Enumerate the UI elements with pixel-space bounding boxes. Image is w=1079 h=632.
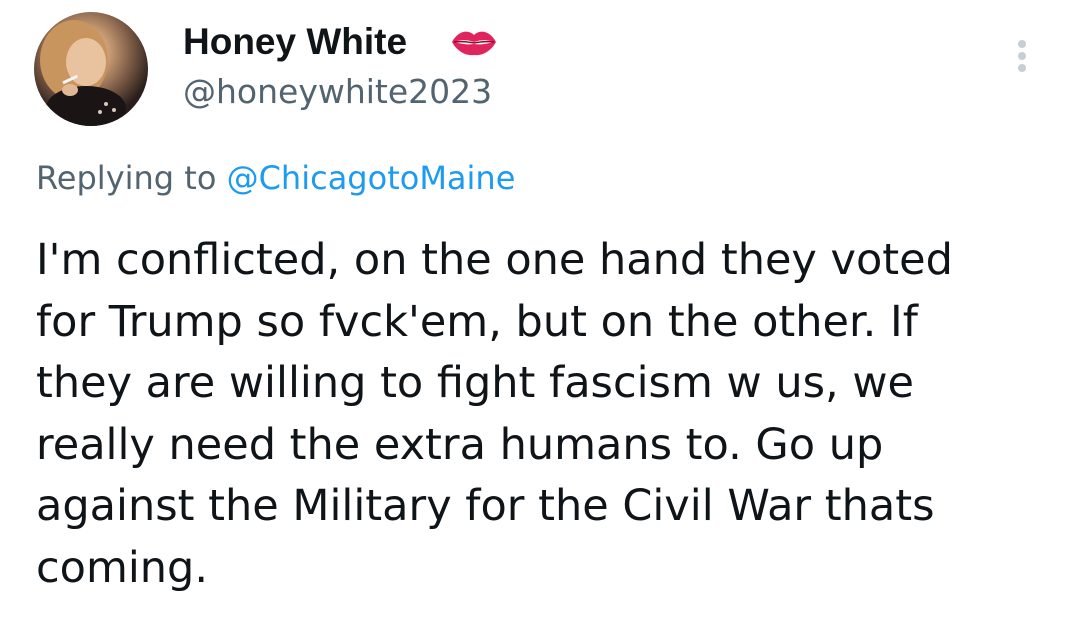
tweet-text: I'm conflicted, on the one hand they vot… [36,230,1056,599]
tweet-text-line: they are willing to fight fascism w us, … [36,358,914,408]
more-options-dot [1018,64,1026,72]
tweet-text-line: against the Military for the Civil War t… [36,481,935,531]
kissing-lips-icon [452,31,496,56]
reply-prefix: Replying to [36,159,217,197]
tweet-text-line: I'm conflicted, on the one hand they vot… [36,235,953,285]
reply-target-link[interactable]: @ChicagotoMaine [227,159,516,197]
more-options-button[interactable] [1010,34,1036,78]
user-handle[interactable]: @honeywhite2023 [183,70,492,114]
display-name[interactable]: Honey White [183,20,407,64]
tweet-text-line: for Trump so fvck'em, but on the other. … [36,296,918,347]
avatar[interactable] [34,12,148,126]
avatar-portrait-icon [40,20,126,126]
more-options-dot [1018,52,1026,60]
tweet-text-line: coming. [36,542,208,593]
tweet-text-line: really need the extra humans to. Go up [36,419,884,470]
tweet-card: Honey White @honeywhite2023 Replying to … [0,0,1079,632]
reply-context: Replying to @ChicagotoMaine [36,156,515,200]
more-options-dot [1018,40,1026,48]
